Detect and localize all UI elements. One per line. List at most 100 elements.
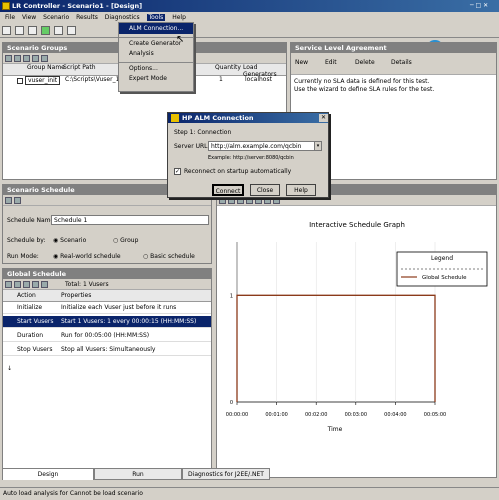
table-row[interactable]: Stop Vusers Stop all Vusers: Simultaneous…: [3, 344, 211, 356]
total-vusers: Total: 1 Vusers: [65, 281, 109, 288]
menu-scenario[interactable]: Scenario: [43, 14, 69, 21]
view-script-icon[interactable]: [32, 55, 39, 62]
chart-title: Interactive Schedule Graph: [309, 221, 405, 229]
main-toolbar: [0, 23, 499, 38]
schedule-graph-panel: Interactive Schedule Graph 00:00:00 00:01…: [216, 184, 497, 478]
add-action-icon[interactable]: [14, 281, 21, 288]
table-row[interactable]: Initialize Initialize each Vuser just bef…: [3, 302, 211, 314]
split-icon[interactable]: [237, 197, 244, 204]
col-quantity[interactable]: Quantity: [215, 64, 241, 71]
sla-text: Currently no SLA data is defined for thi…: [294, 78, 435, 93]
cell-group-name: vuser_init: [25, 76, 61, 85]
window-controls[interactable]: ─ □ ✕: [470, 0, 498, 12]
server-url-example: Example: http://server:8080/qcbin: [208, 155, 294, 161]
delete-icon[interactable]: [246, 197, 253, 204]
x-tick-label: 00:00:00: [226, 412, 248, 418]
legend-title: Legend: [431, 255, 453, 262]
edit-mode-icon[interactable]: [219, 197, 226, 204]
delete-action-icon[interactable]: [23, 281, 30, 288]
dialog-close-icon[interactable]: ✕: [319, 114, 328, 122]
move-up-icon[interactable]: [32, 281, 39, 288]
server-url-input[interactable]: http://alm.example.com/qcbin: [208, 141, 320, 151]
dialog-icon: [171, 114, 179, 122]
schedule-name-select[interactable]: Schedule 1: [51, 215, 209, 225]
chevron-down-icon[interactable]: ▾: [314, 141, 322, 151]
zoom-out-icon[interactable]: [264, 197, 271, 204]
row-down-icon: ↓: [7, 365, 13, 372]
table-row[interactable]: Duration Run for 00:05:00 (HH:MM:SS): [3, 330, 211, 342]
mouse-cursor-icon: ↖: [176, 34, 185, 45]
x-tick-label: 00:01:00: [265, 412, 287, 418]
alm-dialog-title: HP ALM Connection: [168, 113, 328, 123]
schedule-by-scenario-radio[interactable]: ◉ Scenario: [53, 237, 86, 244]
cell-action: Initialize: [17, 304, 43, 311]
status-bar: Auto load analysis for Cannot be load sc…: [0, 487, 499, 500]
sla-new-button[interactable]: New: [295, 59, 308, 66]
menu-view[interactable]: View: [22, 14, 36, 21]
move-down-icon[interactable]: [41, 281, 48, 288]
menu-tools[interactable]: Tools: [146, 14, 166, 21]
reconnect-checkbox[interactable]: ✓: [174, 168, 181, 175]
menu-item-analysis[interactable]: Analysis: [119, 48, 193, 59]
menu-diagnostics[interactable]: Diagnostics: [105, 14, 140, 21]
menu-item-options[interactable]: Options...: [119, 62, 193, 73]
save-icon[interactable]: [27, 26, 37, 35]
reset-icon[interactable]: [66, 26, 76, 35]
table-row[interactable]: Start Vusers Start 1 Vusers: 1 every 00:0…: [3, 316, 211, 328]
group-details-icon[interactable]: [23, 55, 30, 62]
menu-results[interactable]: Results: [76, 14, 98, 21]
new-schedule-icon[interactable]: [5, 197, 12, 204]
start-icon[interactable]: [40, 26, 50, 35]
schedule-by-group-radio[interactable]: ○ Group: [113, 237, 138, 244]
sla-edit-button[interactable]: Edit: [325, 59, 337, 66]
tab-run[interactable]: Run: [94, 468, 182, 480]
col-script-path[interactable]: Script Path: [63, 64, 96, 71]
x-tick-label: 00:02:00: [305, 412, 327, 418]
tab-design[interactable]: Design: [2, 468, 94, 480]
open-icon[interactable]: [14, 26, 24, 35]
y-tick-label: 1: [230, 293, 233, 299]
menu-file[interactable]: File: [5, 14, 15, 21]
new-icon[interactable]: [2, 26, 11, 35]
window-title: LR Controller - Scenario1 - [Design]: [12, 2, 143, 10]
close-button[interactable]: Close: [250, 184, 280, 196]
menu-item-expert-mode[interactable]: Expert Mode: [119, 73, 193, 84]
edit-action-icon[interactable]: [5, 281, 12, 288]
reconnect-label: Reconnect on startup automatically: [184, 168, 292, 175]
help-button[interactable]: Help: [286, 184, 316, 196]
row-checkbox[interactable]: [17, 78, 23, 84]
col-properties[interactable]: Properties: [61, 290, 91, 302]
legend-entry: Global Schedule: [422, 275, 467, 281]
sla-details-button[interactable]: Details: [391, 59, 412, 66]
x-axis-label: Time: [327, 426, 343, 433]
cell-load-generator: localhost: [245, 76, 272, 83]
menu-item-alm-connection[interactable]: ALM Connection...: [119, 23, 193, 34]
menu-help[interactable]: Help: [172, 14, 186, 21]
remove-group-icon[interactable]: [14, 55, 21, 62]
global-schedule-toolbar: Total: 1 Vusers: [3, 279, 211, 290]
cell-properties: Initialize each Vuser just before it run…: [61, 304, 177, 311]
delete-schedule-icon[interactable]: [14, 197, 21, 204]
zoom-reset-icon[interactable]: [273, 197, 280, 204]
add-group-icon[interactable]: [5, 55, 12, 62]
new-action-icon[interactable]: [228, 197, 235, 204]
connect-button[interactable]: Connect: [212, 184, 244, 196]
cell-properties: Start 1 Vusers: 1 every 00:00:15 (HH:MM:…: [61, 318, 197, 325]
window-title-bar: LR Controller - Scenario1 - [Design]: [0, 0, 499, 12]
zoom-in-icon[interactable]: [255, 197, 262, 204]
col-group-name[interactable]: Group Name: [27, 64, 65, 71]
global-schedule-title: Global Schedule: [3, 269, 211, 279]
cell-properties: Stop all Vusers: Simultaneously: [61, 346, 156, 353]
chart-ticks: 00:00:00 00:01:00 00:02:00 00:03:00 00:04:00…: [226, 293, 446, 418]
run-mode-icon[interactable]: [41, 55, 48, 62]
global-schedule-panel: Global Schedule Total: 1 Vusers Action P…: [2, 268, 212, 478]
sla-delete-button[interactable]: Delete: [355, 59, 375, 66]
cell-quantity: 1: [219, 76, 223, 83]
global-schedule-header: Action Properties: [3, 290, 211, 302]
tab-diagnostics[interactable]: Diagnostics for J2EE/.NET: [182, 468, 270, 480]
run-mode-realworld-radio[interactable]: ◉ Real-world schedule: [53, 253, 121, 260]
schedule-graph-chart: Interactive Schedule Graph 00:00:00 00:01…: [217, 207, 496, 477]
col-action[interactable]: Action: [17, 290, 36, 302]
run-mode-basic-radio[interactable]: ○ Basic schedule: [143, 253, 195, 260]
stop-icon[interactable]: [53, 26, 63, 35]
